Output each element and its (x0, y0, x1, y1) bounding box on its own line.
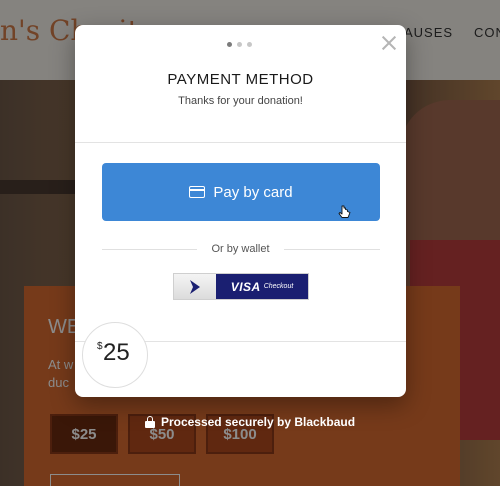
credit-card-icon (189, 186, 206, 198)
visa-checkout-button[interactable]: VISA Checkout (173, 273, 309, 300)
visa-brand: VISA (230, 279, 261, 294)
donation-amount: 25 (103, 339, 130, 366)
modal-subtitle: Thanks for your donation! (178, 95, 303, 107)
close-icon[interactable] (380, 34, 398, 52)
lock-icon (144, 416, 155, 428)
visa-checkout-chevron (174, 274, 216, 299)
visa-checkout-logo: VISA Checkout (216, 274, 308, 299)
wallet-divider-label: Or by wallet (211, 243, 270, 255)
divider (75, 142, 406, 143)
step-dot-active (227, 42, 232, 47)
visa-checkout-text: Checkout (263, 283, 294, 290)
secure-processing-note: Processed securely by Blackbaud (0, 415, 500, 429)
secure-text: Processed securely by Blackbaud (160, 415, 356, 429)
chevron-right-icon (190, 279, 200, 294)
currency-symbol: $ (97, 341, 103, 352)
step-dot (237, 42, 242, 47)
step-indicator (227, 42, 252, 47)
step-dot (247, 42, 252, 47)
pointer-cursor-icon (338, 205, 351, 218)
pay-by-card-label: Pay by card (213, 183, 293, 201)
payment-modal: PAYMENT METHOD Thanks for your donation!… (75, 25, 406, 397)
donation-amount-badge: $ 25 (82, 322, 148, 388)
modal-title: PAYMENT METHOD (167, 71, 314, 88)
